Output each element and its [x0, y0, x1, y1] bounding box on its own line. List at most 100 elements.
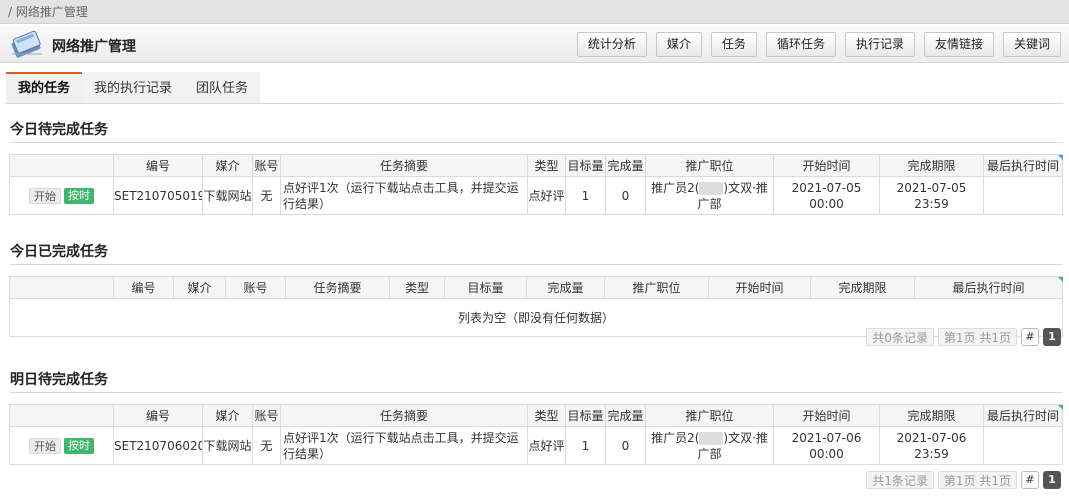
- col-header[interactable]: 开始时间: [708, 276, 811, 299]
- keywords-button[interactable]: 关键词: [1002, 32, 1061, 57]
- page-number-current[interactable]: 1: [1043, 471, 1061, 489]
- exec-records-button[interactable]: 执行记录: [844, 32, 915, 57]
- col-header[interactable]: 媒介: [173, 276, 226, 299]
- col-header[interactable]: 编号: [113, 276, 174, 299]
- type-cell: 点好评: [527, 426, 566, 465]
- last-exec-cell: [983, 426, 1063, 465]
- summary-cell: 点好评1次（运行下载站点击工具，并提交运行结果）: [280, 176, 528, 215]
- section-title-tomorrow-pending: 明日待完成任务: [10, 372, 108, 388]
- deadline-cell: 2021-07-05 23:59: [879, 176, 984, 215]
- page-jump-button[interactable]: #: [1021, 328, 1039, 346]
- tab-my-exec-records[interactable]: 我的执行记录: [82, 72, 185, 103]
- record-count: 共0条记录: [866, 328, 934, 346]
- section-divider: [10, 264, 1063, 265]
- page-info: 第1页 共1页: [937, 471, 1017, 489]
- col-header[interactable]: 开始时间: [773, 404, 880, 427]
- pager-today-done: 共0条记录 第1页 共1页 # 1: [866, 328, 1061, 346]
- col-header[interactable]: 完成期限: [810, 276, 915, 299]
- tab-divider: [6, 103, 1063, 104]
- task-code-link[interactable]: SET210705019: [113, 176, 203, 215]
- page-header: 网络推广管理 统计分析 媒介 任务 循环任务 执行记录 友情链接 关键词: [0, 25, 1069, 63]
- col-header[interactable]: 最后执行时间: [983, 404, 1063, 427]
- position-prefix: 推广员2(: [651, 180, 700, 195]
- friend-links-button[interactable]: 友情链接: [923, 32, 994, 57]
- page-title: 网络推广管理: [52, 39, 136, 55]
- row-actions: 开始 按时: [9, 426, 114, 465]
- col-header[interactable]: 目标量: [444, 276, 527, 299]
- tab-bar: 我的任务 我的执行记录 团队任务: [6, 72, 261, 103]
- tasks-button[interactable]: 任务: [710, 32, 757, 57]
- stats-button[interactable]: 统计分析: [576, 32, 647, 57]
- col-header[interactable]: 编号: [113, 404, 203, 427]
- account-cell: 无: [252, 426, 281, 465]
- start-button[interactable]: 开始: [29, 187, 61, 204]
- task-code-link[interactable]: SET210706020: [113, 426, 203, 465]
- recurring-tasks-button[interactable]: 循环任务: [765, 32, 836, 57]
- col-header[interactable]: 任务摘要: [280, 154, 528, 177]
- on-time-badge[interactable]: 按时: [64, 187, 94, 204]
- position-prefix: 推广员2(: [651, 430, 700, 445]
- start-button[interactable]: 开始: [29, 437, 61, 454]
- position-cell: 推广员2()文双·推广部: [645, 426, 774, 465]
- col-header[interactable]: 账号: [252, 154, 281, 177]
- page-jump-button[interactable]: #: [1021, 471, 1039, 489]
- col-header[interactable]: 完成期限: [879, 154, 984, 177]
- start-time-cell: 2021-07-05 00:00: [773, 176, 880, 215]
- pager-tomorrow-pending: 共1条记录 第1页 共1页 # 1: [866, 471, 1061, 489]
- col-header[interactable]: 类型: [527, 154, 566, 177]
- col-header[interactable]: 账号: [225, 276, 286, 299]
- col-header[interactable]: 媒介: [202, 404, 253, 427]
- col-header[interactable]: 编号: [113, 154, 203, 177]
- col-header[interactable]: 目标量: [565, 404, 606, 427]
- col-header: [9, 404, 114, 427]
- page-info: 第1页 共1页: [937, 328, 1017, 346]
- col-header[interactable]: 任务摘要: [285, 276, 390, 299]
- col-header[interactable]: 完成量: [526, 276, 605, 299]
- target-cell: 1: [565, 176, 606, 215]
- tab-my-tasks[interactable]: 我的任务: [6, 72, 83, 103]
- page-number-current[interactable]: 1: [1043, 328, 1061, 346]
- position-cell: 推广员2()文双·推广部: [645, 176, 774, 215]
- col-header[interactable]: 任务摘要: [280, 404, 528, 427]
- media-cell: 下载网站: [202, 426, 253, 465]
- section-title-today-pending: 今日待完成任务: [10, 122, 108, 138]
- tab-team-tasks[interactable]: 团队任务: [184, 72, 261, 103]
- table-row: 开始 按时 SET210706020 下载网站 无 点好评1次（运行下载站点击工具…: [9, 426, 1063, 465]
- col-header[interactable]: 目标量: [565, 154, 606, 177]
- done-cell: 0: [605, 176, 646, 215]
- toolbar: 统计分析 媒介 任务 循环任务 执行记录 友情链接 关键词: [576, 32, 1061, 57]
- table-row: 开始 按时 SET210705019 下载网站 无 点好评1次（运行下载站点击工具…: [9, 176, 1063, 215]
- col-header: [9, 154, 114, 177]
- corner-marker: [1058, 405, 1063, 410]
- today-pending-table: 编号 媒介 账号 任务摘要 类型 目标量 完成量 推广职位 开始时间 完成期限 …: [9, 154, 1063, 215]
- summary-cell: 点好评1次（运行下载站点击工具，并提交运行结果）: [280, 426, 528, 465]
- col-header[interactable]: 完成量: [605, 154, 646, 177]
- redacted-name: [699, 181, 724, 195]
- media-button[interactable]: 媒介: [655, 32, 702, 57]
- last-exec-cell: [983, 176, 1063, 215]
- col-header[interactable]: 最后执行时间: [983, 154, 1063, 177]
- col-header[interactable]: 开始时间: [773, 154, 880, 177]
- col-header[interactable]: 完成量: [605, 404, 646, 427]
- col-header[interactable]: 推广职位: [604, 276, 709, 299]
- target-cell: 1: [565, 426, 606, 465]
- section-divider: [10, 142, 1063, 143]
- col-header[interactable]: 推广职位: [645, 404, 774, 427]
- corner-marker: [1058, 155, 1063, 160]
- record-count: 共1条记录: [866, 471, 934, 489]
- on-time-badge[interactable]: 按时: [64, 437, 94, 454]
- col-header[interactable]: 推广职位: [645, 154, 774, 177]
- redacted-name: [699, 431, 724, 445]
- col-header[interactable]: 完成期限: [879, 404, 984, 427]
- col-header: [9, 276, 114, 299]
- col-header[interactable]: 类型: [527, 404, 566, 427]
- table-header-row: 编号 媒介 账号 任务摘要 类型 目标量 完成量 推广职位 开始时间 完成期限 …: [9, 404, 1063, 427]
- done-cell: 0: [605, 426, 646, 465]
- col-header[interactable]: 媒介: [202, 154, 253, 177]
- col-header[interactable]: 类型: [389, 276, 445, 299]
- col-header[interactable]: 最后执行时间: [914, 276, 1063, 299]
- type-cell: 点好评: [527, 176, 566, 215]
- account-cell: 无: [252, 176, 281, 215]
- col-header[interactable]: 账号: [252, 404, 281, 427]
- section-divider: [10, 392, 1063, 393]
